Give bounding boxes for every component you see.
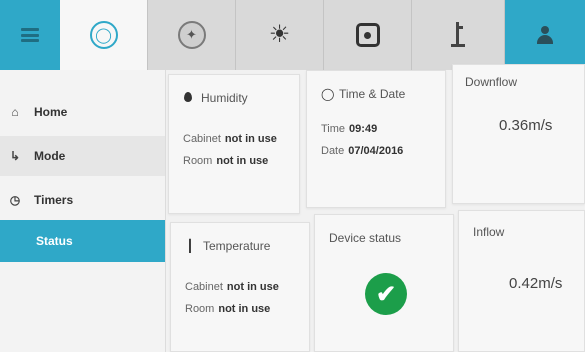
top-toolbar: ◯ ✦ ☀ (0, 0, 585, 70)
clock-icon: ◷ (9, 193, 21, 207)
humidity-title: Humidity (201, 91, 248, 105)
time-label: Time (321, 123, 346, 135)
menu-icon (21, 28, 39, 42)
ladder-icon (451, 22, 465, 48)
sidebar-item-label: Mode (34, 149, 66, 163)
tab-fan[interactable]: ✦ (148, 0, 236, 70)
room-label: Room (185, 303, 215, 315)
inflow-title: Inflow (473, 225, 505, 239)
inflow-card: Inflow 0.42m/s (458, 210, 585, 352)
mode-icon: ↳ (9, 149, 21, 163)
sidebar: ⌂ Home ↳ Mode ◷ Timers Status (0, 70, 166, 352)
humidity-cabinet-row: Cabinet not in use (183, 133, 277, 145)
time-row: Time 09:49 (321, 123, 377, 135)
inflow-value: 0.42m/s (509, 275, 563, 292)
clock-icon: ◯ (321, 87, 335, 101)
temperature-title: Temperature (203, 239, 271, 253)
temperature-card: ┃ Temperature Cabinet not in use Room not … (170, 222, 310, 352)
sidebar-item-mode[interactable]: ↳ Mode (0, 136, 165, 176)
sidebar-item-label: Status (36, 234, 73, 248)
app-window: ◯ ✦ ☀ ⌂ Home ↳ Mode ◷ Timers Status Humi… (0, 0, 585, 352)
humidity-room-row: Room not in use (183, 155, 268, 167)
sidebar-item-home[interactable]: ⌂ Home (0, 92, 165, 132)
sidebar-item-label: Home (34, 105, 68, 119)
humidity-title-row: Humidity (183, 91, 248, 105)
date-label: Date (321, 145, 345, 157)
timedate-title-row: ◯ Time & Date (321, 87, 405, 101)
humidity-card: Humidity Cabinet not in use Room not in us… (168, 74, 300, 214)
tab-user[interactable] (505, 0, 585, 70)
temperature-room-row: Room not in use (185, 303, 270, 315)
time-value: 09:49 (349, 123, 378, 135)
fan-icon: ✦ (177, 21, 206, 49)
tab-sash[interactable] (412, 0, 505, 70)
timedate-title: Time & Date (339, 87, 406, 101)
sun-icon: ☀ (268, 21, 291, 48)
date-row: Date 07/04/2016 (321, 145, 403, 157)
droplet-icon (183, 91, 193, 105)
room-label: Room (183, 155, 213, 167)
device-status-card: Device status ✔ (314, 214, 454, 352)
downflow-title: Downflow (465, 75, 518, 89)
room-value: not in use (218, 303, 271, 315)
menu-button[interactable] (0, 0, 60, 70)
home-icon: ⌂ (11, 105, 19, 119)
bulb-icon: ◯ (89, 21, 118, 49)
temperature-cabinet-row: Cabinet not in use (185, 281, 279, 293)
tab-uv[interactable]: ☀ (236, 0, 324, 70)
socket-icon (355, 23, 380, 47)
thermometer-icon: ┃ (186, 239, 194, 253)
sidebar-item-timers[interactable]: ◷ Timers (0, 180, 165, 220)
sidebar-item-status[interactable]: Status (0, 220, 165, 262)
tab-light[interactable]: ◯ (60, 0, 148, 70)
check-icon: ✔ (365, 273, 407, 315)
cabinet-value: not in use (226, 281, 279, 293)
date-value: 07/04/2016 (348, 145, 404, 157)
sidebar-item-label: Timers (34, 193, 74, 207)
person-icon (536, 26, 554, 44)
time-date-card: ◯ Time & Date Time 09:49 Date 07/04/2016 (306, 70, 446, 208)
cabinet-label: Cabinet (185, 281, 223, 293)
downflow-card: Downflow 0.36m/s (452, 64, 585, 204)
room-value: not in use (216, 155, 269, 167)
cabinet-label: Cabinet (183, 133, 221, 145)
device-status-title: Device status (329, 231, 402, 245)
cabinet-value: not in use (224, 133, 277, 145)
temperature-title-row: ┃ Temperature (185, 239, 270, 253)
tab-socket[interactable] (324, 0, 412, 70)
downflow-value: 0.36m/s (499, 117, 553, 134)
